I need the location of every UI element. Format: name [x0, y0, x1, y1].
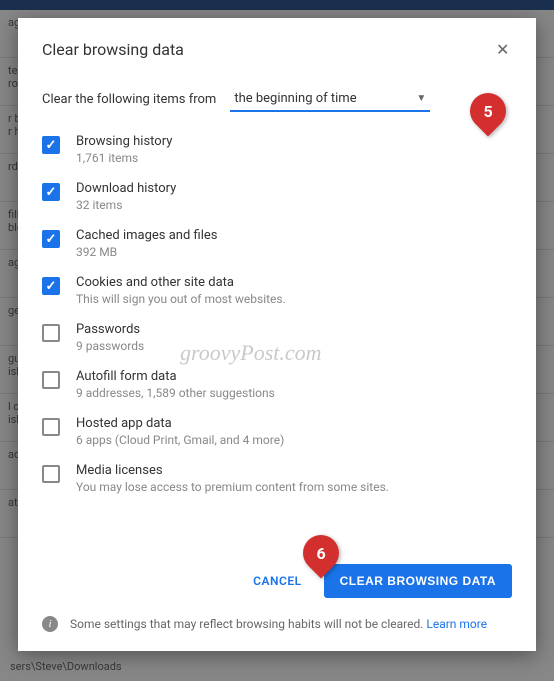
time-range-label: Clear the following items from — [42, 92, 216, 107]
item-checkbox[interactable] — [42, 183, 60, 201]
item-label: Autofill form data — [76, 369, 275, 384]
footer-text: Some settings that may reflect browsing … — [70, 616, 487, 633]
dialog-title: Clear browsing data — [42, 40, 184, 59]
item-sublabel: 392 MB — [76, 245, 217, 259]
cancel-button[interactable]: CANCEL — [243, 566, 311, 596]
time-range-select[interactable]: the beginning of time ▼ — [230, 87, 430, 112]
chevron-down-icon: ▼ — [416, 93, 426, 104]
item-checkbox[interactable] — [42, 324, 60, 342]
clear-data-item: Cookies and other site data This will sig… — [42, 275, 512, 306]
clear-browsing-data-button[interactable]: CLEAR BROWSING DATA — [324, 564, 512, 598]
item-sublabel: 9 passwords — [76, 339, 144, 353]
item-label: Download history — [76, 181, 176, 196]
clear-data-item: Passwords 9 passwords — [42, 322, 512, 353]
item-label: Media licenses — [76, 463, 389, 478]
item-sublabel: 1,761 items — [76, 151, 172, 165]
item-sublabel: This will sign you out of most websites. — [76, 292, 286, 306]
clear-data-item: Browsing history 1,761 items — [42, 134, 512, 165]
clear-data-item: Media licenses You may lose access to pre… — [42, 463, 512, 494]
item-sublabel: You may lose access to premium content f… — [76, 480, 389, 494]
time-range-value: the beginning of time — [234, 91, 356, 106]
item-checkbox[interactable] — [42, 230, 60, 248]
item-checkbox[interactable] — [42, 465, 60, 483]
item-checkbox[interactable] — [42, 418, 60, 436]
learn-more-link[interactable]: Learn more — [426, 617, 487, 631]
item-sublabel: 6 apps (Cloud Print, Gmail, and 4 more) — [76, 433, 284, 447]
info-icon: i — [42, 616, 58, 632]
clear-data-item: Cached images and files 392 MB — [42, 228, 512, 259]
item-label: Cached images and files — [76, 228, 217, 243]
clear-data-item: Autofill form data 9 addresses, 1,589 oth… — [42, 369, 512, 400]
item-sublabel: 9 addresses, 1,589 other suggestions — [76, 386, 275, 400]
item-checkbox[interactable] — [42, 371, 60, 389]
close-icon[interactable]: ✕ — [496, 42, 512, 58]
clear-browsing-data-dialog: Clear browsing data ✕ Clear the followin… — [18, 18, 536, 651]
item-checkbox[interactable] — [42, 136, 60, 154]
item-label: Hosted app data — [76, 416, 284, 431]
item-label: Browsing history — [76, 134, 172, 149]
clear-data-item: Download history 32 items — [42, 181, 512, 212]
item-sublabel: 32 items — [76, 198, 176, 212]
clear-data-item: Hosted app data 6 apps (Cloud Print, Gmai… — [42, 416, 512, 447]
item-checkbox[interactable] — [42, 277, 60, 295]
item-label: Passwords — [76, 322, 144, 337]
item-label: Cookies and other site data — [76, 275, 286, 290]
